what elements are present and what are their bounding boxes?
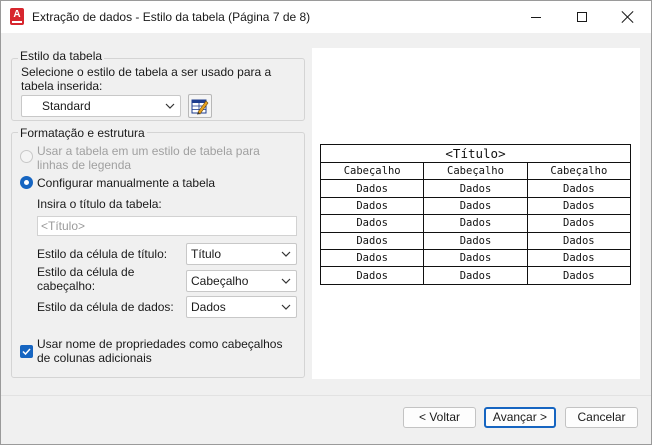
window-title: Extração de dados - Estilo da tabela (Pá…	[32, 10, 311, 24]
preview-data-cell: Dados	[423, 214, 528, 233]
table-style-dialog-button[interactable]	[188, 94, 212, 118]
table-style-legend: Estilo da tabela	[18, 49, 105, 63]
table-title-input[interactable]	[38, 217, 296, 235]
table-title-field[interactable]	[37, 216, 297, 236]
header-cell-style-value: Cabeçalho	[191, 274, 249, 288]
data-cell-style-label: Estilo da célula de dados:	[37, 300, 174, 314]
preview-data-cell: Dados	[319, 266, 425, 285]
preview-data-row: Dados Dados Dados	[319, 231, 632, 250]
checkmark-icon	[22, 348, 31, 356]
preview-data-cell: Dados	[319, 179, 425, 198]
next-button[interactable]: Avançar >	[484, 407, 556, 428]
preview-data-cell: Dados	[319, 196, 425, 216]
preview-data-cell: Dados	[423, 248, 528, 268]
preview-data-row: Dados Dados Dados	[319, 248, 632, 268]
back-button[interactable]: < Voltar	[403, 407, 476, 428]
manual-config-label: Configurar manualmente a tabela	[37, 176, 216, 190]
chevron-down-icon	[281, 277, 291, 285]
title-bar[interactable]: A Extração de dados - Estilo da tabela (…	[1, 1, 651, 33]
autocad-app-icon: A	[10, 8, 24, 25]
use-property-names-label: Usar nome de propriedades como cabeçalho…	[37, 337, 283, 365]
preview-data-row: Dados Dados Dados	[319, 214, 632, 233]
preview-data-cell: Dados	[319, 214, 425, 233]
use-property-names-checkbox[interactable]	[20, 345, 33, 358]
preview-data-cell: Dados	[423, 196, 528, 216]
app-icon-letter: A	[13, 9, 21, 20]
table-preview-pane: <Título> Cabeçalho Cabeçalho Cabeçalho D…	[312, 48, 640, 379]
preview-data-cell: Dados	[319, 231, 425, 250]
preview-data-cell: Dados	[526, 196, 632, 216]
preview-title-row: <Título>	[320, 144, 631, 163]
header-cell-style-select[interactable]: Cabeçalho	[186, 270, 297, 292]
preview-data-row: Dados Dados Dados	[319, 266, 632, 285]
minimize-button[interactable]	[513, 1, 559, 33]
preview-table: <Título> Cabeçalho Cabeçalho Cabeçalho D…	[319, 144, 632, 285]
preview-data-cell: Dados	[526, 248, 632, 268]
table-style-select-value: Standard	[42, 99, 91, 113]
data-cell-style-value: Dados	[191, 300, 226, 314]
maximize-icon	[577, 12, 587, 22]
title-cell-style-select[interactable]: Título	[186, 243, 297, 265]
chevron-down-icon	[165, 102, 175, 110]
preview-data-cell: Dados	[526, 214, 632, 233]
preview-data-row: Dados Dados Dados	[319, 196, 632, 216]
table-style-edit-icon	[191, 99, 209, 115]
minimize-icon	[531, 16, 541, 18]
preview-header-row: Cabeçalho Cabeçalho Cabeçalho	[319, 161, 632, 181]
use-table-style-radio[interactable]	[20, 150, 33, 163]
close-icon	[622, 11, 634, 23]
preview-data-row: Dados Dados Dados	[319, 179, 632, 198]
preview-data-cell: Dados	[423, 266, 528, 285]
preview-data-cell: Dados	[423, 231, 528, 250]
preview-header-cell: Cabeçalho	[526, 161, 632, 181]
manual-config-radio[interactable]	[20, 176, 33, 189]
preview-header-cell: Cabeçalho	[423, 161, 528, 181]
preview-data-cell: Dados	[526, 266, 632, 285]
data-cell-style-select[interactable]: Dados	[186, 296, 297, 318]
chevron-down-icon	[281, 303, 291, 311]
table-style-select[interactable]: Standard	[21, 95, 181, 117]
table-style-instruction: Selecione o estilo de tabela a ser usado…	[21, 65, 272, 93]
preview-data-cell: Dados	[319, 248, 425, 268]
cancel-button[interactable]: Cancelar	[565, 407, 638, 428]
footer-bar: < Voltar Avançar > Cancelar	[1, 396, 651, 444]
title-cell-style-value: Título	[191, 247, 222, 261]
preview-title-cell: <Título>	[320, 144, 631, 163]
header-cell-style-label: Estilo da célula de cabeçalho:	[37, 265, 135, 293]
preview-data-cell: Dados	[526, 231, 632, 250]
maximize-button[interactable]	[559, 1, 605, 33]
title-input-label: Insira o título da tabela:	[37, 197, 162, 211]
close-button[interactable]	[605, 1, 651, 33]
title-cell-style-label: Estilo da célula de título:	[37, 247, 168, 261]
chevron-down-icon	[281, 250, 291, 258]
dialog-window: A Extração de dados - Estilo da tabela (…	[0, 0, 652, 445]
preview-data-cell: Dados	[526, 179, 632, 198]
format-structure-legend: Formatação e estrutura	[18, 126, 147, 140]
preview-header-cell: Cabeçalho	[319, 161, 425, 181]
use-table-style-label: Usar a tabela em um estilo de tabela par…	[37, 144, 260, 172]
preview-data-cell: Dados	[423, 179, 528, 198]
